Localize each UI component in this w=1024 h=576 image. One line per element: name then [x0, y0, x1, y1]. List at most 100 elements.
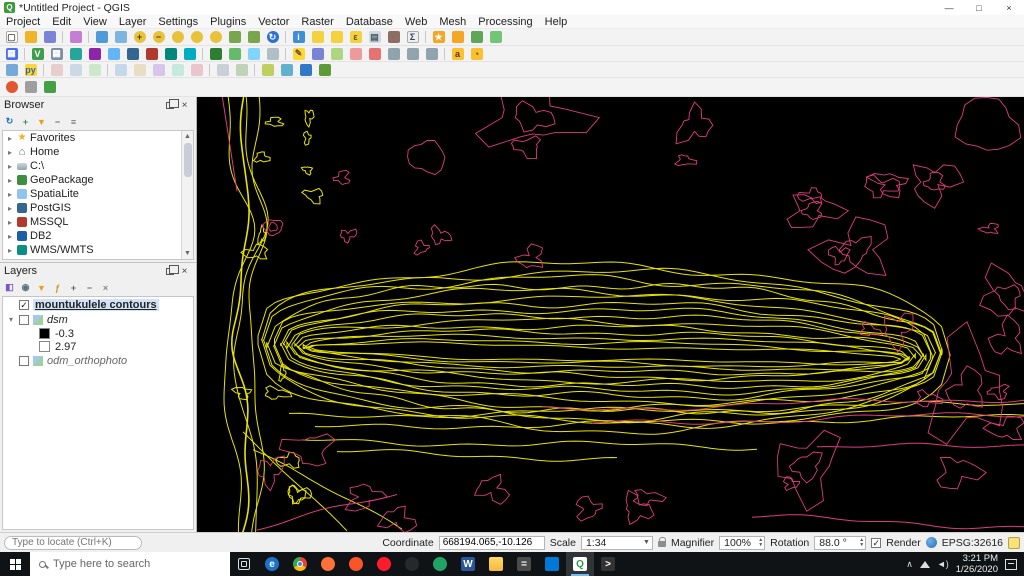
open-layer-styling-icon[interactable]: ◧	[2, 281, 17, 295]
save-layer-edits-icon[interactable]	[308, 46, 327, 61]
task-view-button[interactable]	[230, 552, 258, 576]
add-vector-layer-icon[interactable]: V	[28, 46, 47, 61]
browser-properties-icon[interactable]: ≡	[66, 115, 81, 129]
style-manager-icon[interactable]	[66, 30, 85, 45]
save-project-icon[interactable]	[40, 30, 59, 45]
maximize-button[interactable]: □	[964, 0, 994, 15]
menu-processing[interactable]: Processing	[472, 15, 538, 29]
add-delimited-text-icon[interactable]	[85, 46, 104, 61]
taskbar-app-file-explorer[interactable]	[482, 552, 510, 576]
minimize-button[interactable]: —	[934, 0, 964, 15]
new-spatialite-layer-icon[interactable]	[244, 46, 263, 61]
zoom-to-layer-icon[interactable]	[206, 30, 225, 45]
taskbar-app-calculator[interactable]: =	[510, 552, 538, 576]
cut-features-icon[interactable]	[384, 46, 403, 61]
grass-tools-icon[interactable]	[315, 62, 334, 77]
data-source-manager-icon[interactable]: ▦	[2, 46, 21, 61]
menu-view[interactable]: View	[77, 15, 113, 29]
measure-line-icon[interactable]	[384, 30, 403, 45]
copy-features-icon[interactable]	[403, 46, 422, 61]
menu-plugins[interactable]: Plugins	[204, 15, 252, 29]
taskbar-app-qgis[interactable]: Q	[566, 552, 594, 576]
expander-icon[interactable]: ▸	[6, 204, 14, 213]
clip-icon[interactable]	[130, 62, 149, 77]
taskbar-app-green[interactable]	[426, 552, 454, 576]
taskbar-app-word[interactable]: W	[454, 552, 482, 576]
expander-icon[interactable]: ▸	[6, 190, 14, 199]
add-raster-layer-icon[interactable]: ▦	[47, 46, 66, 61]
layer-visibility-checkbox[interactable]	[19, 355, 29, 366]
layer-item-odm-orthophoto[interactable]: odm_orthophoto	[3, 353, 193, 368]
close-button[interactable]: ×	[994, 0, 1024, 15]
interpolation-icon[interactable]	[66, 62, 85, 77]
collapse-all-icon[interactable]: −	[82, 281, 97, 295]
show-bookmarks-icon[interactable]	[448, 30, 467, 45]
taskbar-app-terminal[interactable]: >	[594, 552, 622, 576]
intersection-icon[interactable]	[149, 62, 168, 77]
new-project-icon[interactable]: ▢	[2, 30, 21, 45]
layer-visibility-checkbox[interactable]: ✓	[19, 299, 29, 310]
scale-combo[interactable]: 1:34 ▼	[580, 535, 653, 550]
browser-item-home[interactable]: ▸ ⌂ Home	[3, 145, 193, 159]
scroll-up-icon[interactable]: ▲	[184, 131, 191, 142]
globe-icon[interactable]	[925, 537, 937, 548]
menu-raster[interactable]: Raster	[295, 15, 339, 29]
refresh-map-icon[interactable]: ↻	[263, 30, 282, 45]
new-shapefile-layer-icon[interactable]	[225, 46, 244, 61]
vertex-tool-icon[interactable]	[346, 46, 365, 61]
menu-mesh[interactable]: Mesh	[433, 15, 472, 29]
action-center-icon[interactable]	[1005, 558, 1017, 570]
pan-map-icon[interactable]	[92, 30, 111, 45]
menu-database[interactable]: Database	[340, 15, 399, 29]
menu-settings[interactable]: Settings	[152, 15, 204, 29]
taskbar-app-github[interactable]	[398, 552, 426, 576]
locate-input[interactable]	[4, 535, 142, 550]
add-mesh-layer-icon[interactable]	[66, 46, 85, 61]
add-wms-layer-icon[interactable]	[161, 46, 180, 61]
rotation-spinner[interactable]: 88.0 ° ▲ ▼	[814, 535, 867, 550]
taskbar-app-store[interactable]	[538, 552, 566, 576]
zoom-out-icon[interactable]: −	[149, 30, 168, 45]
toggle-editing-icon[interactable]: ✎	[289, 46, 308, 61]
remove-layer-icon[interactable]: ×	[98, 281, 113, 295]
menu-edit[interactable]: Edit	[46, 15, 77, 29]
menu-help[interactable]: Help	[539, 15, 574, 29]
taskbar-app-edge[interactable]: e	[258, 552, 286, 576]
expand-all-icon[interactable]: +	[66, 281, 81, 295]
temporal-controller-icon[interactable]	[467, 30, 486, 45]
float-panel-icon[interactable]	[162, 264, 179, 278]
zoom-next-icon[interactable]	[244, 30, 263, 45]
open-project-icon[interactable]	[21, 30, 40, 45]
menu-vector[interactable]: Vector	[252, 15, 295, 29]
identify-features-icon[interactable]: i	[289, 30, 308, 45]
layer-visibility-checkbox[interactable]	[19, 314, 29, 325]
open-attribute-table-icon[interactable]: ▤	[365, 30, 384, 45]
expander-icon[interactable]: ▸	[6, 246, 14, 255]
browser-refresh-icon[interactable]: ↻	[2, 115, 17, 129]
add-spatialite-layer-icon[interactable]	[104, 46, 123, 61]
epsg-label[interactable]: EPSG:32616	[942, 537, 1003, 549]
spinner-arrows-icon[interactable]: ▲ ▼	[758, 537, 763, 548]
expander-icon[interactable]: ▸	[6, 218, 14, 227]
close-panel-icon[interactable]: ×	[177, 99, 192, 112]
python-console-icon[interactable]: py	[21, 62, 40, 77]
browser-item-postgis[interactable]: ▸ PostGIS	[3, 201, 193, 215]
layer-item-mountukulele-contours[interactable]: ✓ mountukulele contours	[3, 297, 193, 312]
render-checkbox[interactable]: ✓	[871, 537, 882, 548]
new-bookmark-icon[interactable]: ★	[429, 30, 448, 45]
union-icon[interactable]	[168, 62, 187, 77]
close-panel-icon[interactable]: ×	[177, 265, 192, 278]
taskbar-search[interactable]: Type here to search	[30, 552, 230, 576]
taskbar-app-firefox[interactable]	[314, 552, 342, 576]
browser-item-geopackage[interactable]: ▸ GeoPackage	[3, 173, 193, 187]
add-mssql-layer-icon[interactable]	[142, 46, 161, 61]
layer-labeling-icon[interactable]: a	[448, 46, 467, 61]
raster-calculator-icon[interactable]	[213, 62, 232, 77]
statistical-summary-icon[interactable]: Σ	[403, 30, 422, 45]
taskbar-app-chrome[interactable]	[286, 552, 314, 576]
expander-icon[interactable]: ▸	[6, 176, 14, 185]
select-features-icon[interactable]	[308, 30, 327, 45]
filter-by-expression-icon[interactable]: ƒ	[50, 281, 65, 295]
menu-layer[interactable]: Layer	[113, 15, 153, 29]
expander-icon[interactable]: ▸	[6, 148, 14, 157]
